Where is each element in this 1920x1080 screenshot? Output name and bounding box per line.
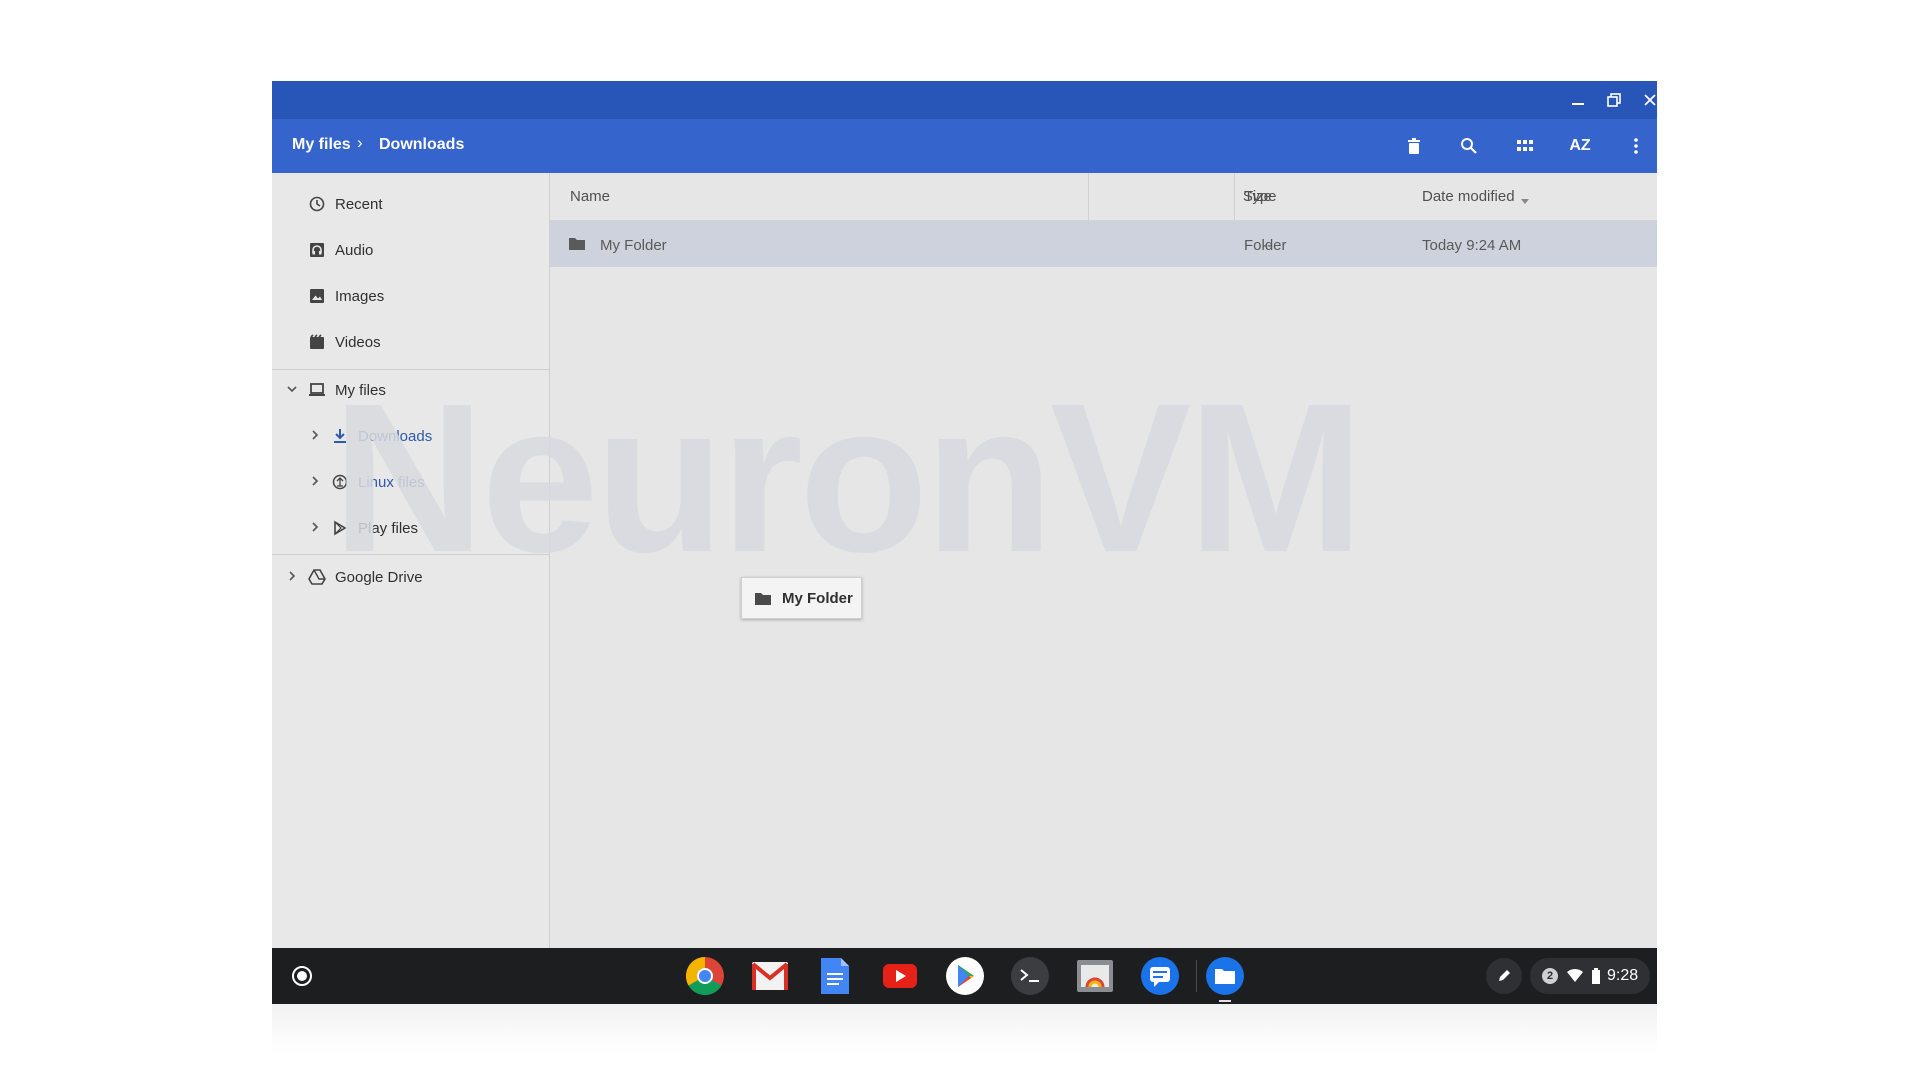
sidebar-item-images[interactable]: Images	[272, 275, 549, 315]
gmail-icon[interactable]	[750, 956, 790, 996]
title-bar	[272, 81, 1657, 119]
chevron-right-icon[interactable]	[285, 569, 299, 583]
grid-view-icon[interactable]	[1509, 130, 1541, 162]
chevron-down-icon[interactable]	[285, 382, 299, 396]
search-icon[interactable]	[1453, 130, 1485, 162]
sidebar-item-my-files[interactable]: My files	[272, 369, 549, 409]
sidebar-divider	[272, 554, 549, 555]
messages-icon[interactable]	[1140, 956, 1180, 996]
active-app-indicator	[1219, 1000, 1231, 1002]
sidebar-item-google-drive[interactable]: Google Drive	[272, 556, 549, 596]
restore-icon[interactable]	[1602, 88, 1626, 112]
drag-chip[interactable]: My Folder	[741, 577, 862, 619]
sidebar-item-videos[interactable]: Videos	[272, 321, 549, 361]
notification-count-badge: 2	[1542, 968, 1558, 984]
toolbar: My files › Downloads AZ	[272, 119, 1657, 173]
shelf-reflection	[272, 1004, 1657, 1054]
clock-time: 9:28	[1607, 967, 1639, 984]
linux-icon	[331, 473, 349, 491]
folder-icon	[754, 591, 772, 611]
chrome-icon[interactable]	[685, 956, 725, 996]
more-vert-icon[interactable]	[1620, 130, 1652, 162]
sidebar-item-downloads[interactable]: Downloads	[272, 415, 549, 455]
breadcrumb-my-files[interactable]: My files	[292, 136, 351, 154]
minimize-icon[interactable]	[1566, 88, 1590, 112]
file-type: Folder	[1244, 237, 1287, 254]
files-app-window: My files › Downloads AZ Recent Audio Ima…	[272, 81, 1657, 1004]
terminal-icon[interactable]	[1010, 956, 1050, 996]
delete-icon[interactable]	[1398, 130, 1430, 162]
play-store-icon[interactable]	[945, 956, 985, 996]
drag-chip-label: My Folder	[782, 590, 853, 607]
chevron-right-icon[interactable]	[308, 520, 322, 534]
download-icon	[331, 427, 349, 445]
shelf: 2 9:28	[272, 948, 1657, 1004]
sort-az-icon[interactable]: AZ	[1564, 130, 1596, 162]
stylus-icon[interactable]	[1486, 958, 1522, 994]
sidebar-label: Images	[335, 288, 385, 305]
sidebar-label: Play files	[358, 520, 419, 537]
drive-icon	[308, 568, 326, 586]
image-icon	[308, 287, 326, 305]
laptop-icon	[308, 381, 326, 399]
gallery-icon[interactable]	[1075, 956, 1115, 996]
video-icon	[308, 333, 326, 351]
sidebar-label: Videos	[335, 334, 381, 351]
sidebar-label: Linux files	[358, 474, 425, 491]
chevron-right-icon[interactable]	[308, 474, 322, 488]
column-separator[interactable]	[1088, 173, 1089, 220]
sort-arrow-icon	[1520, 193, 1530, 211]
file-list: Name Size Type Date modified My Folder -…	[550, 173, 1657, 948]
sidebar-item-play-files[interactable]: Play files	[272, 507, 549, 547]
column-name[interactable]: Name	[570, 188, 610, 205]
docs-icon[interactable]	[815, 956, 855, 996]
sidebar-label: Google Drive	[335, 569, 423, 586]
clock-icon	[308, 195, 326, 213]
close-icon[interactable]	[1638, 88, 1657, 112]
column-separator[interactable]	[1234, 173, 1235, 220]
folder-icon	[568, 236, 586, 256]
play-icon	[331, 519, 349, 537]
sidebar-item-recent[interactable]: Recent	[272, 183, 549, 223]
launcher-icon[interactable]	[282, 956, 322, 996]
sidebar-label: Recent	[335, 196, 383, 213]
sidebar-item-linux-files[interactable]: Linux files	[272, 461, 549, 501]
shelf-divider	[1196, 960, 1197, 992]
sidebar-label: Audio	[335, 242, 374, 259]
chevron-right-icon[interactable]	[308, 428, 322, 442]
status-tray[interactable]: 2 9:28	[1530, 958, 1650, 994]
breadcrumb-chevron-icon: ›	[357, 133, 363, 152]
wifi-icon	[1566, 968, 1584, 989]
sidebar-label: Downloads	[358, 428, 433, 445]
files-icon[interactable]	[1205, 956, 1245, 996]
column-date-modified[interactable]: Date modified	[1422, 188, 1515, 205]
file-name: My Folder	[600, 237, 667, 254]
battery-icon	[1591, 968, 1601, 989]
audio-icon	[308, 241, 326, 259]
table-row[interactable]: My Folder -- Folder Today 9:24 AM	[550, 221, 1657, 267]
sidebar-label: My files	[335, 382, 386, 399]
sidebar: Recent Audio Images Videos My files Down…	[272, 173, 550, 948]
column-type[interactable]: Type	[1244, 188, 1277, 205]
breadcrumb-downloads[interactable]: Downloads	[379, 136, 464, 154]
sidebar-item-audio[interactable]: Audio	[272, 229, 549, 269]
file-date: Today 9:24 AM	[1422, 237, 1522, 254]
column-header: Name Size Type Date modified	[550, 173, 1657, 221]
youtube-icon[interactable]	[880, 956, 920, 996]
